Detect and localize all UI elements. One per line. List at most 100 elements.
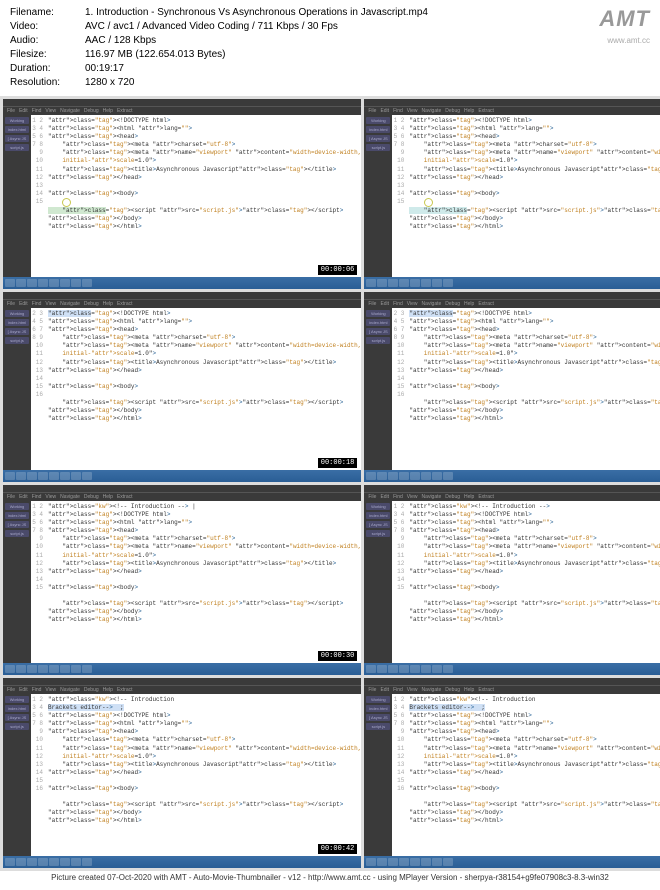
taskbar-icon[interactable] xyxy=(5,279,15,287)
menu-item[interactable]: Debug xyxy=(445,108,460,114)
code-editor[interactable]: 1 2 3 4 5 6 7 8 9 10 11 12 13 14 15 "att… xyxy=(31,501,361,663)
menu-item[interactable]: File xyxy=(7,108,15,114)
taskbar-icon[interactable] xyxy=(16,665,26,673)
menu-item[interactable]: Navigate xyxy=(422,301,442,307)
sidebar-item[interactable]: script.js xyxy=(5,723,29,730)
code-editor[interactable]: 1 2 3 4 5 6 7 8 9 10 11 12 13 14 15 "att… xyxy=(31,115,361,277)
menu-item[interactable]: File xyxy=(7,494,15,500)
taskbar-icon[interactable] xyxy=(27,279,37,287)
taskbar-icon[interactable] xyxy=(399,858,409,866)
taskbar-icon[interactable] xyxy=(27,472,37,480)
taskbar-icon[interactable] xyxy=(377,858,387,866)
taskbar-icon[interactable] xyxy=(38,472,48,480)
menu-item[interactable]: Edit xyxy=(19,687,28,693)
menu-item[interactable]: Edit xyxy=(19,494,28,500)
taskbar-icon[interactable] xyxy=(388,279,398,287)
code-editor[interactable]: 1 2 3 4 5 6 7 8 9 10 11 12 13 14 15 "att… xyxy=(392,501,660,663)
menu-item[interactable]: Find xyxy=(393,687,403,693)
code-editor[interactable]: 2 3 4 5 6 7 8 9 10 11 12 13 14 15 16 "at… xyxy=(392,308,660,470)
menu-item[interactable]: Find xyxy=(32,687,42,693)
taskbar-icon[interactable] xyxy=(71,472,81,480)
sidebar-item[interactable]: [ Async JS Code ] xyxy=(5,328,29,335)
sidebar-item[interactable]: index.html xyxy=(366,126,390,133)
taskbar-icon[interactable] xyxy=(366,665,376,673)
menu-item[interactable]: Extract xyxy=(478,687,494,693)
menu-item[interactable]: Help xyxy=(464,108,474,114)
menu-item[interactable]: View xyxy=(45,301,56,307)
menu-item[interactable]: View xyxy=(45,494,56,500)
code-editor[interactable]: 1 2 3 4 5 6 7 8 9 10 11 12 13 14 15 16 "… xyxy=(31,694,361,856)
sidebar-item[interactable]: Working Files xyxy=(366,310,390,317)
taskbar-icon[interactable] xyxy=(410,472,420,480)
taskbar-icon[interactable] xyxy=(410,858,420,866)
taskbar-icon[interactable] xyxy=(432,858,442,866)
sidebar-item[interactable]: [ Async JS Code ] xyxy=(366,714,390,721)
taskbar-icon[interactable] xyxy=(366,472,376,480)
sidebar-item[interactable]: script.js xyxy=(5,337,29,344)
menu-item[interactable]: Help xyxy=(103,494,113,500)
menu-item[interactable]: Navigate xyxy=(60,301,80,307)
taskbar-icon[interactable] xyxy=(399,472,409,480)
menu-item[interactable]: Edit xyxy=(380,108,389,114)
menu-item[interactable]: Debug xyxy=(84,301,99,307)
taskbar-icon[interactable] xyxy=(421,665,431,673)
menu-item[interactable]: Find xyxy=(393,301,403,307)
sidebar-item[interactable]: Working Files xyxy=(366,503,390,510)
menu-item[interactable]: File xyxy=(7,687,15,693)
menu-item[interactable]: View xyxy=(407,687,418,693)
menu-item[interactable]: File xyxy=(368,301,376,307)
taskbar-icon[interactable] xyxy=(5,665,15,673)
sidebar-item[interactable]: script.js xyxy=(366,337,390,344)
taskbar-icon[interactable] xyxy=(388,858,398,866)
taskbar-icon[interactable] xyxy=(421,858,431,866)
taskbar-icon[interactable] xyxy=(399,279,409,287)
menu-item[interactable]: Navigate xyxy=(60,687,80,693)
taskbar-icon[interactable] xyxy=(82,665,92,673)
menu-item[interactable]: Extract xyxy=(117,301,133,307)
taskbar-icon[interactable] xyxy=(82,858,92,866)
taskbar-icon[interactable] xyxy=(432,665,442,673)
taskbar-icon[interactable] xyxy=(366,279,376,287)
menu-item[interactable]: File xyxy=(7,301,15,307)
taskbar-icon[interactable] xyxy=(16,858,26,866)
sidebar-item[interactable]: index.html xyxy=(366,705,390,712)
menu-item[interactable]: File xyxy=(368,494,376,500)
taskbar-icon[interactable] xyxy=(38,279,48,287)
taskbar-icon[interactable] xyxy=(49,279,59,287)
taskbar-icon[interactable] xyxy=(27,858,37,866)
menu-item[interactable]: Help xyxy=(103,301,113,307)
taskbar-icon[interactable] xyxy=(16,472,26,480)
taskbar-icon[interactable] xyxy=(432,279,442,287)
menu-item[interactable]: Debug xyxy=(445,301,460,307)
taskbar-icon[interactable] xyxy=(443,858,453,866)
sidebar-item[interactable]: [ Async JS Code ] xyxy=(5,714,29,721)
sidebar-item[interactable]: index.html xyxy=(366,512,390,519)
menu-item[interactable]: Navigate xyxy=(422,494,442,500)
menu-item[interactable]: Debug xyxy=(84,108,99,114)
code-editor[interactable]: 1 2 3 4 5 6 7 8 9 10 11 12 13 14 15 16 "… xyxy=(392,694,660,856)
sidebar-item[interactable]: [ Async JS Code ] xyxy=(5,135,29,142)
taskbar-icon[interactable] xyxy=(421,472,431,480)
taskbar-icon[interactable] xyxy=(366,858,376,866)
menu-item[interactable]: Help xyxy=(103,687,113,693)
menu-item[interactable]: Extract xyxy=(117,494,133,500)
menu-item[interactable]: View xyxy=(407,494,418,500)
menu-item[interactable]: Help xyxy=(464,301,474,307)
taskbar-icon[interactable] xyxy=(432,472,442,480)
menu-item[interactable]: Navigate xyxy=(422,108,442,114)
menu-item[interactable]: Extract xyxy=(478,494,494,500)
taskbar-icon[interactable] xyxy=(60,858,70,866)
menu-item[interactable]: Extract xyxy=(117,687,133,693)
menu-item[interactable]: View xyxy=(45,108,56,114)
menu-item[interactable]: Edit xyxy=(380,687,389,693)
taskbar-icon[interactable] xyxy=(377,472,387,480)
taskbar-icon[interactable] xyxy=(443,279,453,287)
taskbar-icon[interactable] xyxy=(82,472,92,480)
menu-item[interactable]: Find xyxy=(32,301,42,307)
menu-item[interactable]: Find xyxy=(393,494,403,500)
taskbar-icon[interactable] xyxy=(38,858,48,866)
menu-item[interactable]: Extract xyxy=(117,108,133,114)
menu-item[interactable]: View xyxy=(407,301,418,307)
taskbar-icon[interactable] xyxy=(16,279,26,287)
taskbar-icon[interactable] xyxy=(60,472,70,480)
